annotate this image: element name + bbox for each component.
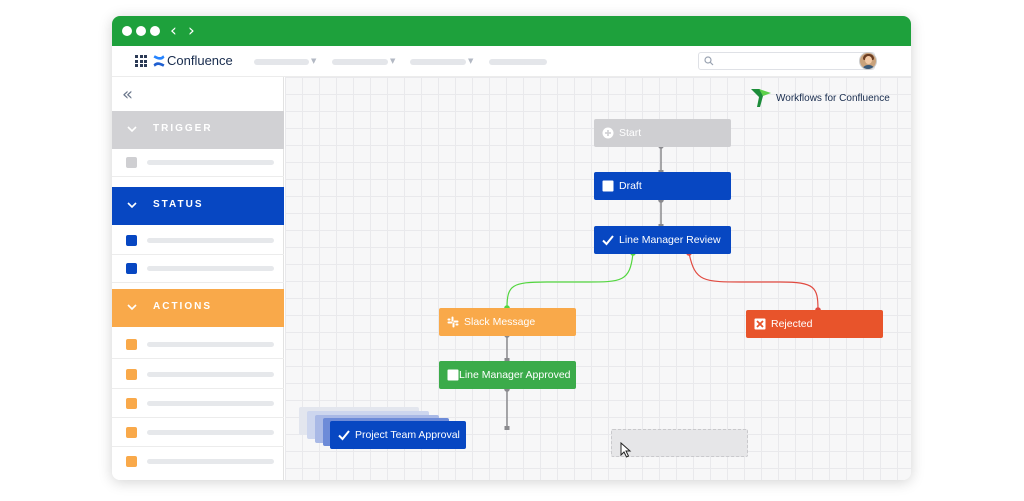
section-trigger-label: TRIGGER <box>153 123 213 134</box>
window-titlebar: ‹ › <box>112 16 911 46</box>
node-rejected[interactable]: Rejected <box>746 310 883 338</box>
square-icon <box>126 398 137 409</box>
mouse-cursor-icon <box>620 442 632 458</box>
node-start[interactable]: Start <box>594 119 731 147</box>
node-palette-sidebar: « TRIGGER STATUS ACTIONS <box>112 77 284 480</box>
search-input[interactable] <box>698 52 875 70</box>
plugin-brand-name: Workflows for Confluence <box>776 93 890 104</box>
section-actions-label: ACTIONS <box>153 301 212 312</box>
square-icon <box>126 235 137 246</box>
square-icon <box>126 427 137 438</box>
section-trigger-header[interactable]: TRIGGER <box>112 111 284 149</box>
section-actions-header[interactable]: ACTIONS <box>112 289 284 327</box>
x-box-icon <box>754 318 766 330</box>
palette-item-action[interactable] <box>112 419 284 447</box>
chevron-down-icon: ▼ <box>311 57 317 65</box>
window-maximize-dot[interactable] <box>150 26 160 36</box>
palette-item-status[interactable] <box>112 227 284 255</box>
nav-menu-placeholder-2[interactable] <box>332 59 388 65</box>
node-draft-label: Draft <box>619 180 642 192</box>
section-status-header[interactable]: STATUS <box>112 187 284 225</box>
palette-item-trigger[interactable] <box>112 149 284 177</box>
palette-item-action[interactable] <box>112 390 284 418</box>
confluence-logo-icon <box>153 55 165 67</box>
chevron-down-icon <box>127 304 137 311</box>
section-status-label: STATUS <box>153 199 204 210</box>
nav-menu-placeholder-1[interactable] <box>254 59 309 65</box>
square-icon <box>126 339 137 350</box>
node-slack-message[interactable]: Slack Message <box>439 308 576 336</box>
nav-menu-placeholder-4[interactable] <box>489 59 547 65</box>
chevron-down-icon: ▼ <box>468 57 474 65</box>
forward-arrow-icon[interactable]: › <box>188 21 195 41</box>
node-line-manager-review[interactable]: Line Manager Review <box>594 226 731 254</box>
nav-menu-placeholder-3[interactable] <box>410 59 466 65</box>
window-minimize-dot[interactable] <box>136 26 146 36</box>
square-icon <box>126 157 137 168</box>
palette-item-action[interactable] <box>112 448 284 476</box>
back-arrow-icon[interactable]: ‹ <box>170 21 177 41</box>
square-icon <box>447 369 459 381</box>
node-start-label: Start <box>619 127 642 139</box>
confluence-header: Confluence ▼ ▼ ▼ <box>112 46 911 77</box>
node-line-manager-approved-label: Line Manager Approved <box>459 369 571 381</box>
slack-icon <box>447 316 459 328</box>
node-rejected-label: Rejected <box>771 318 813 330</box>
square-icon <box>126 263 137 274</box>
checkmark-icon <box>338 430 350 441</box>
square-icon <box>602 180 614 192</box>
square-icon <box>126 369 137 380</box>
workflow-canvas[interactable]: Workflows for Confluence Start Draft Lin… <box>285 77 911 480</box>
node-project-team-approval-label: Project Team Approval <box>355 429 460 441</box>
search-icon <box>704 56 714 66</box>
palette-item-status[interactable] <box>112 255 284 283</box>
chevron-down-icon: ▼ <box>390 57 396 65</box>
square-icon <box>126 456 137 467</box>
node-line-manager-approved[interactable]: Line Manager Approved <box>439 361 576 389</box>
chevron-down-icon <box>127 202 137 209</box>
app-brand-name[interactable]: Confluence <box>167 53 233 68</box>
node-slack-message-label: Slack Message <box>464 316 536 328</box>
app-switcher-icon[interactable] <box>135 55 147 67</box>
window-close-dot[interactable] <box>122 26 132 36</box>
node-line-manager-review-label: Line Manager Review <box>619 234 721 246</box>
chevron-down-icon <box>127 126 137 133</box>
app-window: ‹ › Confluence ▼ ▼ ▼ « TRIGGER STATUS AC… <box>112 16 911 480</box>
user-avatar[interactable] <box>859 52 877 70</box>
node-draft[interactable]: Draft <box>594 172 731 200</box>
checkmark-icon <box>602 235 614 246</box>
palette-item-action[interactable] <box>112 361 284 389</box>
plus-circle-icon <box>602 127 614 139</box>
double-chevron-left-icon[interactable]: « <box>122 85 133 105</box>
node-project-team-approval-dragging[interactable]: Project Team Approval <box>330 421 466 449</box>
palette-item-action[interactable] <box>112 331 284 359</box>
workflows-logo-icon <box>751 89 771 107</box>
